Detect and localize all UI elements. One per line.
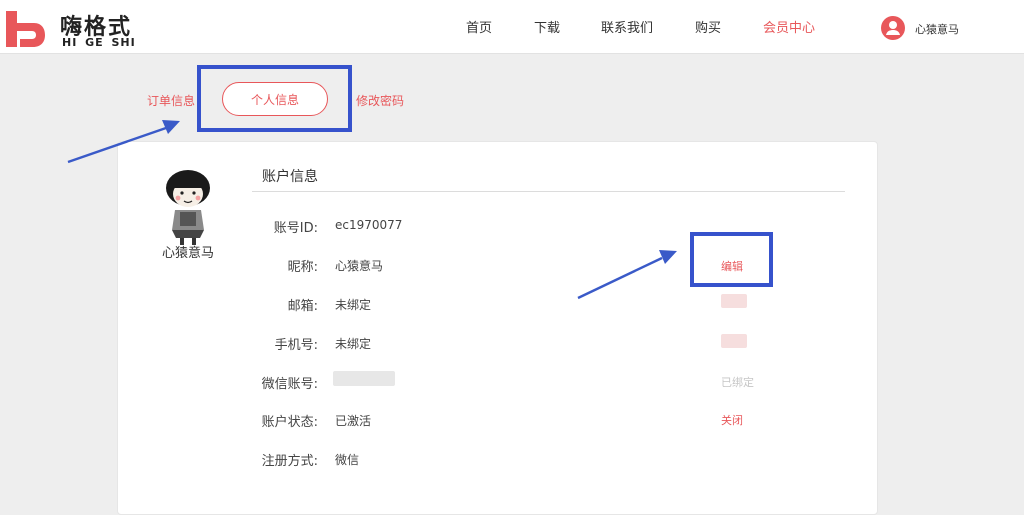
nav-item-member-center[interactable]: 会员中心 xyxy=(763,17,815,36)
phone-action-redacted[interactable] xyxy=(721,334,747,348)
register-method-label: 注册方式: xyxy=(261,454,318,469)
brand-logo-icon[interactable] xyxy=(4,9,46,49)
user-icon xyxy=(886,21,900,35)
email-label: 邮箱: xyxy=(287,299,318,314)
email-action-redacted[interactable] xyxy=(721,294,747,308)
account-id-label: 账号ID: xyxy=(273,221,318,236)
tab-order-info[interactable]: 订单信息 xyxy=(147,92,195,109)
account-status-value: 已激活 xyxy=(335,414,372,428)
account-id-value: ec1970077 xyxy=(335,218,403,232)
section-title: 账户信息 xyxy=(262,169,318,185)
phone-label: 手机号: xyxy=(274,338,318,353)
nav-item-download[interactable]: 下载 xyxy=(534,17,560,36)
tab-change-password[interactable]: 修改密码 xyxy=(356,92,404,109)
nickname-value: 心猿意马 xyxy=(335,259,384,273)
wechat-value-redacted xyxy=(333,371,395,386)
top-header: 嗨格式 HI GE SHI 首页 下载 联系我们 购买 会员中心 心猿意马 xyxy=(0,0,1024,54)
nav-item-home[interactable]: 首页 xyxy=(466,17,492,36)
section-divider xyxy=(252,191,845,192)
wechat-bound-status: 已绑定 xyxy=(721,376,754,389)
nav-item-contact[interactable]: 联系我们 xyxy=(601,17,653,36)
nav-item-buy[interactable]: 购买 xyxy=(695,17,721,36)
close-account-button[interactable]: 关闭 xyxy=(721,412,743,428)
nickname-label: 昵称: xyxy=(287,260,318,275)
phone-value: 未绑定 xyxy=(335,337,372,351)
register-method-value: 微信 xyxy=(335,453,360,467)
brand-name-en: HI GE SHI xyxy=(62,36,136,49)
email-value: 未绑定 xyxy=(335,298,372,312)
account-card: 心猿意马 账户信息 账号ID: ec1970077 昵称: 心猿意马 编辑 邮箱… xyxy=(117,141,878,515)
highlight-box-profile-tab xyxy=(197,65,352,132)
user-avatar[interactable] xyxy=(881,16,905,40)
account-status-label: 账户状态: xyxy=(261,415,318,430)
highlight-box-edit-button xyxy=(690,232,773,287)
wechat-label: 微信账号: xyxy=(261,377,318,392)
header-user-name[interactable]: 心猿意马 xyxy=(915,21,959,37)
